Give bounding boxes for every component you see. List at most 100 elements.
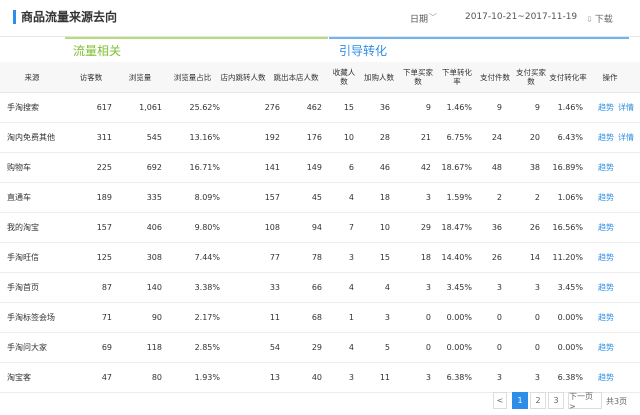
trend-link[interactable]: 趋势 <box>598 132 614 143</box>
table-row: 淘宝客 47 80 1.93% 13 40 3 11 3 6.38% 3 3 6.38% 趋势 <box>0 362 640 393</box>
trend-link[interactable]: 趋势 <box>598 252 614 263</box>
cell-exit-shop: 176 <box>306 132 322 142</box>
row-actions: 趋势 <box>591 302 640 332</box>
chevron-down-icon[interactable]: ﹀ <box>429 12 437 23</box>
cell-pay-items: 26 <box>491 252 502 262</box>
cell-pay-rate: 1.06% <box>557 192 583 202</box>
cell-inshop-jump: 54 <box>269 342 280 352</box>
cell-exit-shop: 462 <box>306 102 322 112</box>
row-actions: 趋势 <box>591 362 640 392</box>
cell-favorites: 1 <box>348 312 354 322</box>
cell-favorites: 6 <box>348 162 354 172</box>
cell-visitors: 617 <box>96 102 112 112</box>
cell-pageviews: 406 <box>146 222 162 232</box>
table-row: 手淘问大家 69 118 2.85% 54 29 4 5 0 0.00% 0 0 0.00% 趋势 <box>0 332 640 363</box>
cell-order-rate: 18.47% <box>441 222 472 232</box>
cell-order-buyers: 0 <box>425 342 431 352</box>
cell-pay-items: 36 <box>491 222 502 232</box>
column-header-order-rate: 下单转化率 <box>442 68 472 86</box>
download-button[interactable]: ⇩ 下载 <box>586 12 613 25</box>
cell-inshop-jump: 192 <box>264 132 280 142</box>
cell-inshop-jump: 157 <box>264 192 280 202</box>
table-row: 手淘搜索 617 1,061 25.62% 276 462 15 36 9 1.46% 9 9 1.46… <box>0 92 640 123</box>
cell-pv-share: 9.80% <box>194 222 220 232</box>
page-button-3[interactable]: 3 <box>548 392 564 409</box>
title-accent-bar <box>13 10 16 24</box>
trend-link[interactable]: 趋势 <box>598 102 614 113</box>
trend-link[interactable]: 趋势 <box>598 222 614 233</box>
cell-pv-share: 16.71% <box>189 162 220 172</box>
cell-pv-share: 2.85% <box>194 342 220 352</box>
conversion-group-line <box>329 37 629 39</box>
cell-source: 手淘搜索 <box>7 102 39 112</box>
detail-link[interactable]: 详情 <box>618 102 634 113</box>
cell-add-cart: 11 <box>379 372 390 382</box>
column-header-source: 来源 <box>24 72 40 82</box>
cell-inshop-jump: 33 <box>269 282 280 292</box>
cell-pageviews: 90 <box>151 312 162 322</box>
row-actions: 趋势 <box>591 182 640 212</box>
column-header-pv-share: 浏览量占比 <box>173 72 212 82</box>
cell-order-rate: 0.00% <box>446 312 472 322</box>
cell-favorites: 15 <box>343 102 354 112</box>
cell-order-rate: 0.00% <box>446 342 472 352</box>
cell-favorites: 10 <box>343 132 354 142</box>
title-bar: 商品流量来源去向 日期 ﹀ 2017-10-21~2017-11-19 ⇩ 下载 <box>0 0 640 37</box>
cell-pv-share: 25.62% <box>189 102 220 112</box>
cell-order-rate: 18.67% <box>441 162 472 172</box>
row-actions: 趋势 <box>591 272 640 302</box>
cell-exit-shop: 66 <box>311 282 322 292</box>
next-page-button[interactable]: 下一页 > <box>568 392 602 411</box>
cell-pay-rate: 11.20% <box>552 252 583 262</box>
cell-pageviews: 80 <box>151 372 162 382</box>
cell-exit-shop: 78 <box>311 252 322 262</box>
detail-link[interactable]: 详情 <box>618 132 634 143</box>
column-header-add-cart: 加购人数 <box>364 72 394 82</box>
column-header-pay-rate: 支付转化率 <box>549 72 587 82</box>
cell-pv-share: 1.93% <box>194 372 220 382</box>
cell-visitors: 225 <box>96 162 112 172</box>
cell-favorites: 4 <box>348 192 354 202</box>
cell-pageviews: 545 <box>146 132 162 142</box>
page-button-1[interactable]: 1 <box>512 392 528 409</box>
cell-pay-rate: 6.38% <box>557 372 583 382</box>
cell-exit-shop: 94 <box>311 222 322 232</box>
table-row: 手淘首页 87 140 3.38% 33 66 4 4 3 3.45% 3 3 3.45% 趋势 <box>0 272 640 303</box>
cell-pageviews: 118 <box>146 342 162 352</box>
cell-pay-buyers: 3 <box>534 372 540 382</box>
cell-pay-buyers: 3 <box>534 282 540 292</box>
trend-link[interactable]: 趋势 <box>598 312 614 323</box>
cell-visitors: 47 <box>101 372 112 382</box>
cell-pay-rate: 0.00% <box>557 312 583 322</box>
page-button-2[interactable]: 2 <box>530 392 546 409</box>
date-selector[interactable]: 日期 <box>410 12 428 25</box>
trend-link[interactable]: 趋势 <box>598 162 614 173</box>
trend-link[interactable]: 趋势 <box>598 372 614 383</box>
cell-order-buyers: 3 <box>425 372 431 382</box>
cell-pageviews: 1,061 <box>139 102 162 112</box>
table-row: 手淘旺信 125 308 7.44% 77 78 3 15 18 14.40% 26 14 11.20%… <box>0 242 640 273</box>
cell-source: 手淘标签会场 <box>7 312 55 322</box>
prev-page-button[interactable]: < <box>493 392 507 409</box>
cell-pay-buyers: 0 <box>534 312 540 322</box>
cell-inshop-jump: 141 <box>264 162 280 172</box>
cell-inshop-jump: 77 <box>269 252 280 262</box>
trend-link[interactable]: 趋势 <box>598 192 614 203</box>
cell-order-buyers: 21 <box>420 132 431 142</box>
cell-pay-buyers: 9 <box>534 102 540 112</box>
cell-inshop-jump: 13 <box>269 372 280 382</box>
cell-order-buyers: 3 <box>425 192 431 202</box>
table-row: 购物车 225 692 16.71% 141 149 6 46 42 18.67% 48 38 16.8… <box>0 152 640 183</box>
download-icon: ⇩ <box>586 15 593 24</box>
trend-link[interactable]: 趋势 <box>598 342 614 353</box>
cell-pay-buyers: 0 <box>534 342 540 352</box>
cell-pay-items: 2 <box>496 192 502 202</box>
trend-link[interactable]: 趋势 <box>598 282 614 293</box>
traffic-group-label: 流量相关 <box>73 44 122 58</box>
cell-pv-share: 13.16% <box>189 132 220 142</box>
cell-pay-items: 9 <box>496 102 502 112</box>
cell-favorites: 3 <box>348 372 354 382</box>
cell-source: 我的淘宝 <box>7 222 39 232</box>
cell-pay-buyers: 14 <box>529 252 540 262</box>
cell-order-rate: 1.59% <box>446 192 472 202</box>
